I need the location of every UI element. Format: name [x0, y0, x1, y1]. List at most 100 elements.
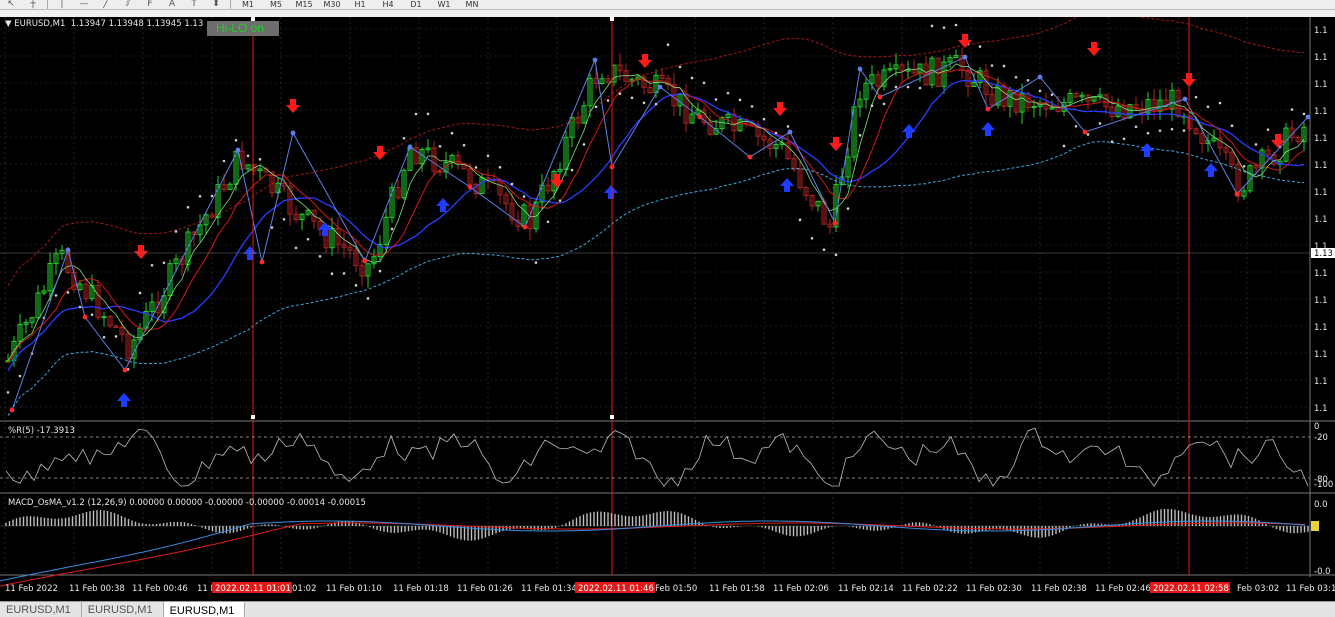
- sar-dot: [1170, 127, 1174, 131]
- time-axis-label: 11 Feb 00:38: [69, 584, 125, 594]
- sar-dot: [1110, 140, 1114, 144]
- timeframe-m15-button[interactable]: M15: [290, 0, 318, 9]
- sar-dot: [318, 255, 322, 258]
- sar-dot: [990, 64, 994, 67]
- chart-tab[interactable]: EURUSD,M1: [0, 602, 82, 617]
- sar-dot: [1158, 129, 1162, 132]
- time-axis-label: 11 Feb 00:46: [132, 584, 188, 594]
- price-scale-label: 1.1: [1314, 107, 1328, 117]
- price-scale-label: 1.1: [1314, 134, 1328, 144]
- horizontal-line-icon[interactable]: —: [73, 0, 95, 9]
- lower-band-line: [7, 141, 1305, 416]
- sar-dot: [450, 131, 454, 135]
- zigzag-point: [259, 259, 265, 265]
- price-chart-svg[interactable]: 1.1 1.1 1.1 1.1 1.1 1.1 1.1 1.1 1.1 1.1 1.1 1.1 1.1 1…: [0, 17, 1335, 601]
- sar-dot: [414, 112, 418, 116]
- shapes-icon[interactable]: ⬍: [205, 0, 227, 9]
- timeframe-h1-button[interactable]: H1: [346, 0, 374, 9]
- label-icon[interactable]: T: [183, 0, 205, 9]
- zigzag-point: [9, 407, 15, 413]
- time-axis-label: 11 Feb 02:38: [1031, 584, 1087, 594]
- zigzag-point: [1037, 74, 1043, 80]
- text-icon[interactable]: A: [161, 0, 183, 9]
- zigzag-point: [65, 247, 71, 253]
- hilo-status-button[interactable]: Hi-LO on: [207, 21, 279, 36]
- sar-dot: [1014, 75, 1018, 79]
- sar-dot: [1086, 133, 1090, 136]
- sar-dot: [210, 194, 214, 198]
- sar-dot: [1230, 124, 1234, 128]
- buy-arrow-icon: [981, 122, 995, 136]
- sar-dot: [822, 248, 826, 251]
- sar-dot: [1266, 128, 1270, 131]
- timeframe-h4-button[interactable]: H4: [374, 0, 402, 9]
- sar-dot: [786, 125, 790, 128]
- sar-dot: [1074, 124, 1078, 128]
- sar-dot: [690, 76, 694, 80]
- price-scale-label: 1.1: [1314, 269, 1328, 279]
- price-scale-label: 1.1: [1314, 296, 1328, 306]
- timeframe-mn-button[interactable]: MN: [458, 0, 486, 9]
- zigzag-point: [697, 114, 703, 120]
- sar-dot: [570, 168, 574, 172]
- ohlc-label: 1.13947 1.13948 1.13945 1.13: [70, 19, 204, 29]
- chart-tab-active[interactable]: EURUSD,M1: [163, 602, 246, 617]
- trendline-icon[interactable]: ╱: [95, 0, 117, 9]
- buy-arrow-icon: [902, 124, 916, 138]
- sar-dot: [186, 206, 190, 209]
- sar-dot: [642, 101, 646, 105]
- sar-dot: [54, 294, 58, 297]
- sar-dot: [930, 24, 934, 28]
- zigzag-point: [1234, 191, 1240, 197]
- sar-dot: [738, 98, 742, 102]
- cursor-icon[interactable]: ↖: [0, 0, 22, 9]
- sar-dot: [330, 272, 334, 275]
- timeframe-m1-button[interactable]: M1: [234, 0, 262, 9]
- sar-dot: [666, 43, 670, 46]
- wpr-scale-label: -100: [1314, 480, 1333, 490]
- time-axis-label: 11 Feb 03:10: [1286, 584, 1335, 594]
- timeframe-d1-button[interactable]: D1: [402, 0, 430, 9]
- sar-dot: [834, 253, 838, 257]
- sar-dot: [282, 217, 286, 221]
- sar-dot: [18, 374, 22, 378]
- toolbar-separator: [47, 0, 48, 9]
- macd-scale-label: -0.0: [1314, 567, 1331, 577]
- buy-arrow-icon: [780, 178, 794, 192]
- sar-dot: [654, 102, 658, 106]
- sell-arrow-icon: [773, 102, 787, 116]
- channel-icon[interactable]: ⫽: [117, 0, 139, 9]
- time-axis-group: 11 Feb 2022 11 Feb 00:38 11 Feb 00:46 11 F0…: [5, 584, 1335, 594]
- fibonacci-icon[interactable]: F: [139, 0, 161, 9]
- timeframe-w1-button[interactable]: W1: [430, 0, 458, 9]
- sar-dot: [870, 104, 874, 107]
- zigzag-point: [787, 129, 793, 135]
- macd-scale-label: 0.0: [1314, 500, 1328, 510]
- timeframe-m30-button[interactable]: M30: [318, 0, 346, 9]
- time-marker-label: 2022.02.11 02:58: [1153, 584, 1229, 594]
- price-scale-label: 1.1: [1314, 26, 1328, 36]
- sar-dot: [546, 220, 550, 224]
- sar-dot: [582, 143, 586, 146]
- sell-arrow-icon: [829, 137, 843, 151]
- sar-dot: [1134, 125, 1138, 129]
- wpr-scale-label: 0: [1314, 422, 1319, 432]
- sar-dot: [486, 154, 490, 158]
- collapse-arrow-icon[interactable]: ▼: [5, 19, 14, 29]
- crosshair-icon[interactable]: ┼: [22, 0, 44, 9]
- timeframe-m5-button[interactable]: M5: [262, 0, 290, 9]
- chart-window[interactable]: 1.1 1.1 1.1 1.1 1.1 1.1 1.1 1.1 1.1 1.1 1.1 1.1 1.1 1…: [0, 17, 1335, 601]
- sar-dot: [1098, 122, 1102, 125]
- chart-tab[interactable]: EURUSD,M1: [82, 602, 164, 617]
- sar-dot: [402, 136, 406, 140]
- sar-dot: [114, 335, 118, 338]
- sar-dot: [798, 218, 802, 222]
- toolbar-separator: [230, 0, 231, 9]
- macd-indicator-label: MACD_OsMA_v1.2 (12,26,9) 0.00000 0.00000…: [8, 498, 366, 508]
- time-axis-label: Feb 01:50: [655, 584, 697, 594]
- vertical-line-icon[interactable]: │: [51, 0, 73, 9]
- sar-dot: [162, 261, 166, 265]
- price-scale-label: 1.1: [1314, 377, 1328, 387]
- time-axis-label: 11 Feb 01:10: [326, 584, 382, 594]
- sar-dot: [702, 81, 706, 85]
